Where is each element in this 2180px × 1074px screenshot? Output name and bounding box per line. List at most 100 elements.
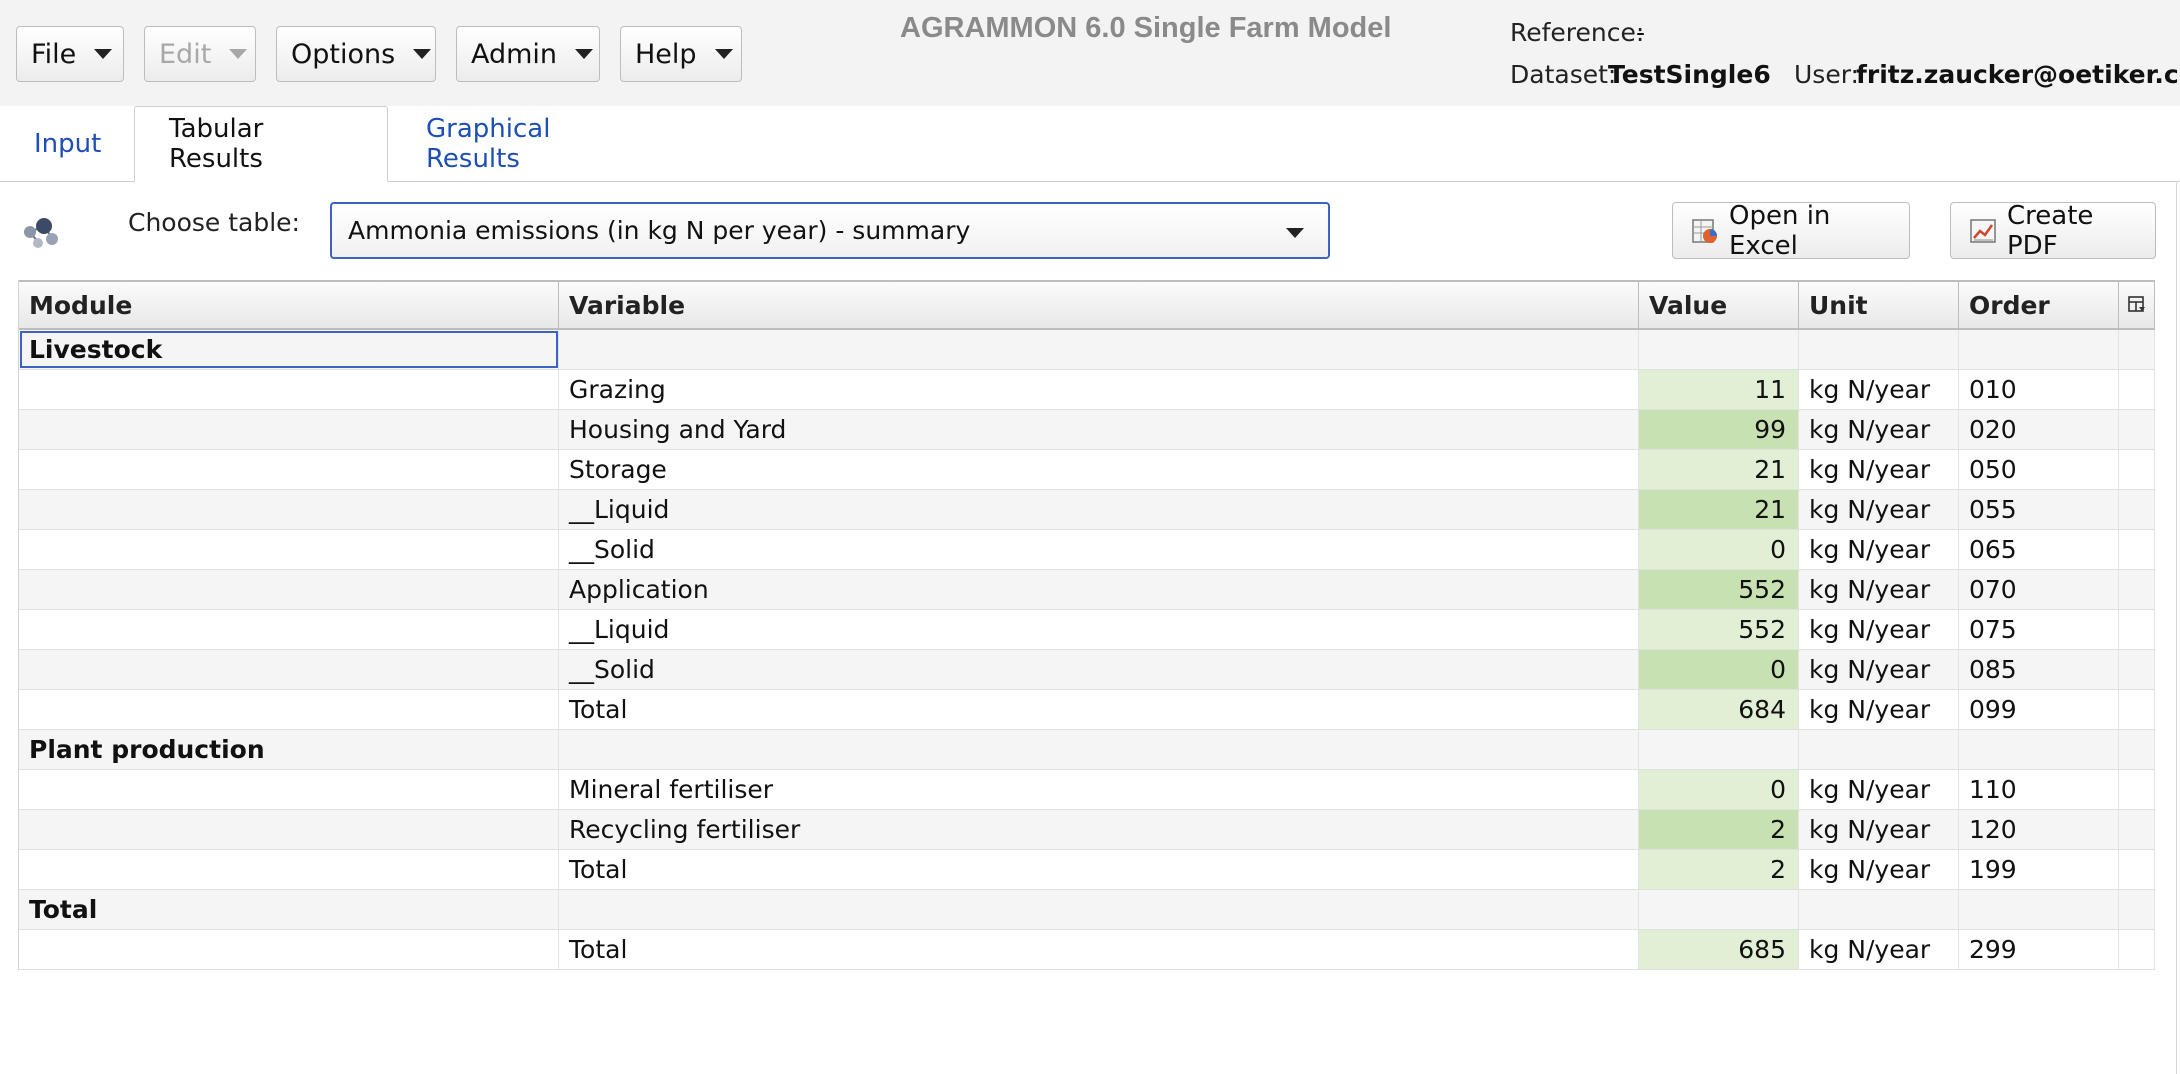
tab-input[interactable]: Input xyxy=(0,106,134,182)
table-row[interactable]: Total 684 kg N/year 099 xyxy=(19,690,2155,730)
help-menu-button[interactable]: Help xyxy=(620,26,742,82)
value-cell[interactable]: 11 xyxy=(1639,370,1799,409)
module-cell[interactable] xyxy=(19,530,559,569)
spacer-cell[interactable] xyxy=(2119,610,2155,649)
variable-cell[interactable]: Storage xyxy=(559,450,1639,489)
order-cell[interactable]: 120 xyxy=(1959,810,2119,849)
file-menu-button[interactable]: File xyxy=(16,26,124,82)
module-cell[interactable] xyxy=(19,410,559,449)
module-cell[interactable] xyxy=(19,810,559,849)
module-cell[interactable]: Livestock xyxy=(19,330,559,369)
spacer-cell[interactable] xyxy=(2119,490,2155,529)
spacer-cell[interactable] xyxy=(2119,770,2155,809)
variable-cell[interactable]: __Liquid xyxy=(559,490,1639,529)
order-cell[interactable]: 010 xyxy=(1959,370,2119,409)
value-cell[interactable]: 684 xyxy=(1639,690,1799,729)
value-cell[interactable]: 685 xyxy=(1639,930,1799,969)
table-row[interactable]: Recycling fertiliser 2 kg N/year 120 xyxy=(19,810,2155,850)
edit-menu-button[interactable]: Edit xyxy=(144,26,256,82)
unit-cell[interactable]: kg N/year xyxy=(1799,450,1959,489)
variable-cell[interactable]: __Solid xyxy=(559,650,1639,689)
table-row[interactable]: __Liquid 552 kg N/year 075 xyxy=(19,610,2155,650)
order-cell[interactable]: 199 xyxy=(1959,850,2119,889)
order-cell[interactable] xyxy=(1959,330,2119,369)
order-cell[interactable]: 065 xyxy=(1959,530,2119,569)
table-row[interactable]: __Liquid 21 kg N/year 055 xyxy=(19,490,2155,530)
order-cell[interactable]: 085 xyxy=(1959,650,2119,689)
spacer-cell[interactable] xyxy=(2119,810,2155,849)
module-cell[interactable] xyxy=(19,690,559,729)
options-menu-button[interactable]: Options xyxy=(276,26,436,82)
spacer-cell[interactable] xyxy=(2119,930,2155,969)
open-in-excel-button[interactable]: Open in Excel xyxy=(1672,201,1910,261)
unit-cell[interactable]: kg N/year xyxy=(1799,770,1959,809)
variable-cell[interactable]: Total xyxy=(559,690,1639,729)
unit-cell[interactable]: kg N/year xyxy=(1799,370,1959,409)
tab-tabular-results[interactable]: Tabular Results xyxy=(134,106,388,182)
order-cell[interactable]: 055 xyxy=(1959,490,2119,529)
variable-cell[interactable] xyxy=(559,890,1639,929)
value-cell[interactable]: 0 xyxy=(1639,770,1799,809)
order-cell[interactable]: 050 xyxy=(1959,450,2119,489)
unit-cell[interactable]: kg N/year xyxy=(1799,690,1959,729)
table-row[interactable]: Housing and Yard 99 kg N/year 020 xyxy=(19,410,2155,450)
value-cell[interactable]: 21 xyxy=(1639,450,1799,489)
table-row[interactable]: Storage 21 kg N/year 050 xyxy=(19,450,2155,490)
value-cell[interactable] xyxy=(1639,330,1799,369)
unit-cell[interactable]: kg N/year xyxy=(1799,570,1959,609)
unit-cell[interactable]: kg N/year xyxy=(1799,850,1959,889)
spacer-cell[interactable] xyxy=(2119,530,2155,569)
value-cell[interactable] xyxy=(1639,890,1799,929)
unit-cell[interactable] xyxy=(1799,730,1959,769)
variable-cell[interactable]: Housing and Yard xyxy=(559,410,1639,449)
module-cell[interactable] xyxy=(19,490,559,529)
table-row[interactable]: Total 685 kg N/year 299 xyxy=(19,930,2155,970)
unit-cell[interactable] xyxy=(1799,890,1959,929)
module-cell[interactable] xyxy=(19,570,559,609)
unit-cell[interactable] xyxy=(1799,330,1959,369)
value-cell[interactable] xyxy=(1639,730,1799,769)
spacer-cell[interactable] xyxy=(2119,730,2155,769)
spacer-cell[interactable] xyxy=(2119,690,2155,729)
order-cell[interactable]: 099 xyxy=(1959,690,2119,729)
variable-cell[interactable]: __Solid xyxy=(559,530,1639,569)
table-group-row[interactable]: Livestock xyxy=(19,330,2155,370)
variable-cell[interactable]: Total xyxy=(559,930,1639,969)
variable-cell[interactable] xyxy=(559,330,1639,369)
value-cell[interactable]: 21 xyxy=(1639,490,1799,529)
table-row[interactable]: __Solid 0 kg N/year 065 xyxy=(19,530,2155,570)
tab-graphical-results[interactable]: Graphical Results xyxy=(392,106,662,182)
module-cell[interactable] xyxy=(19,610,559,649)
table-select[interactable]: Ammonia emissions (in kg N per year) - s… xyxy=(330,202,1330,259)
value-cell[interactable]: 2 xyxy=(1639,810,1799,849)
value-cell[interactable]: 0 xyxy=(1639,650,1799,689)
variable-cell[interactable] xyxy=(559,730,1639,769)
spacer-cell[interactable] xyxy=(2119,370,2155,409)
module-cell[interactable]: Plant production xyxy=(19,730,559,769)
order-cell[interactable]: 075 xyxy=(1959,610,2119,649)
order-cell[interactable]: 070 xyxy=(1959,570,2119,609)
value-cell[interactable]: 99 xyxy=(1639,410,1799,449)
value-cell[interactable]: 0 xyxy=(1639,530,1799,569)
order-cell[interactable]: 299 xyxy=(1959,930,2119,969)
column-header-unit[interactable]: Unit xyxy=(1799,282,1959,328)
value-cell[interactable]: 552 xyxy=(1639,610,1799,649)
spacer-cell[interactable] xyxy=(2119,570,2155,609)
column-header-order[interactable]: Order xyxy=(1959,282,2119,328)
module-cell[interactable]: Total xyxy=(19,890,559,929)
table-group-row[interactable]: Total xyxy=(19,890,2155,930)
module-cell[interactable] xyxy=(19,930,559,969)
variable-cell[interactable]: Mineral fertiliser xyxy=(559,770,1639,809)
spacer-cell[interactable] xyxy=(2119,410,2155,449)
spacer-cell[interactable] xyxy=(2119,330,2155,369)
order-cell[interactable]: 020 xyxy=(1959,410,2119,449)
column-header-value[interactable]: Value xyxy=(1639,282,1799,328)
unit-cell[interactable]: kg N/year xyxy=(1799,610,1959,649)
column-header-module[interactable]: Module xyxy=(19,282,559,328)
module-cell[interactable] xyxy=(19,370,559,409)
create-pdf-button[interactable]: Create PDF xyxy=(1950,201,2156,261)
spacer-cell[interactable] xyxy=(2119,650,2155,689)
value-cell[interactable]: 2 xyxy=(1639,850,1799,889)
module-cell[interactable] xyxy=(19,650,559,689)
variable-cell[interactable]: __Liquid xyxy=(559,610,1639,649)
